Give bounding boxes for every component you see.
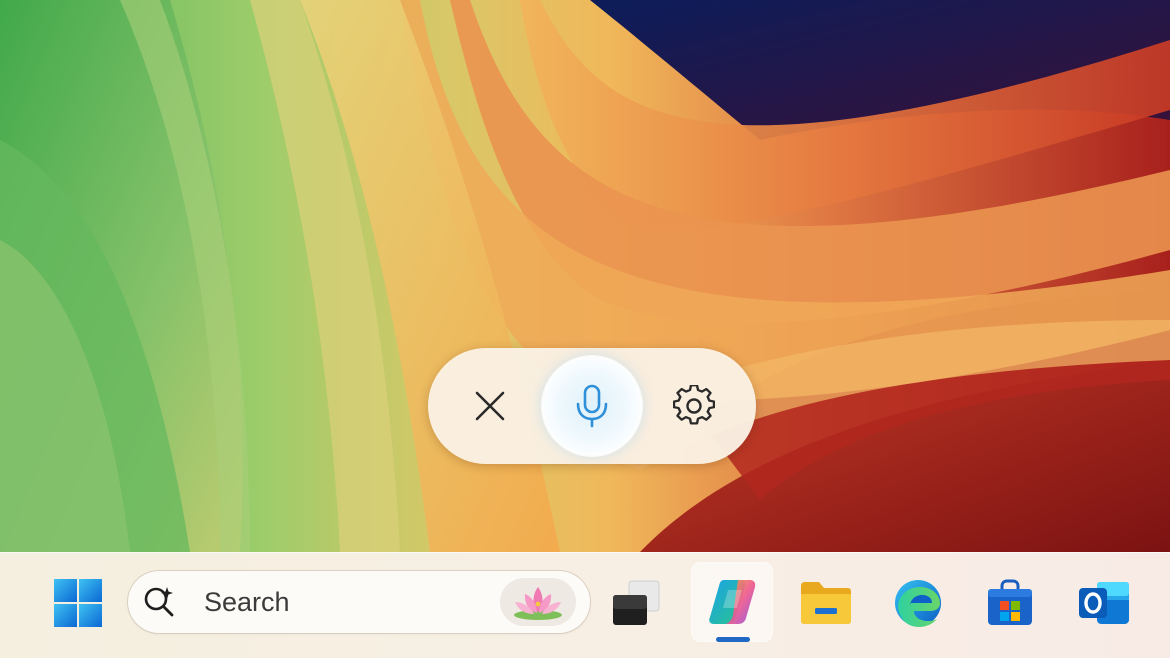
active-app-indicator bbox=[716, 637, 750, 642]
taskbar: Search bbox=[0, 552, 1170, 658]
microphone-button[interactable] bbox=[542, 356, 642, 456]
search-highlight-button[interactable] bbox=[500, 578, 576, 626]
search-box[interactable]: Search bbox=[128, 571, 590, 633]
close-icon bbox=[475, 391, 505, 421]
microphone-icon bbox=[576, 384, 608, 428]
task-view-icon bbox=[613, 580, 660, 625]
settings-button[interactable] bbox=[664, 376, 724, 436]
gear-icon bbox=[673, 385, 715, 425]
start-button[interactable] bbox=[48, 573, 108, 633]
lotus-icon bbox=[514, 587, 562, 620]
store-bag-icon bbox=[988, 579, 1032, 625]
copilot-icon bbox=[709, 580, 756, 624]
edge-icon bbox=[895, 580, 941, 627]
search-sparkle-icon bbox=[144, 587, 174, 617]
folder-icon bbox=[801, 582, 851, 624]
windows-logo-icon bbox=[54, 579, 102, 627]
desktop: Search bbox=[0, 0, 1170, 658]
edge-button[interactable] bbox=[886, 573, 950, 633]
copilot-button[interactable] bbox=[692, 563, 772, 641]
desktop-wallpaper bbox=[0, 0, 1170, 552]
outlook-icon bbox=[1079, 582, 1129, 624]
close-button[interactable] bbox=[460, 376, 520, 436]
task-view-button[interactable] bbox=[604, 573, 668, 633]
voice-typing-panel bbox=[428, 348, 756, 464]
microsoft-store-button[interactable] bbox=[978, 573, 1042, 633]
outlook-button[interactable] bbox=[1072, 573, 1136, 633]
search-placeholder: Search bbox=[204, 587, 290, 617]
file-explorer-button[interactable] bbox=[794, 573, 858, 633]
